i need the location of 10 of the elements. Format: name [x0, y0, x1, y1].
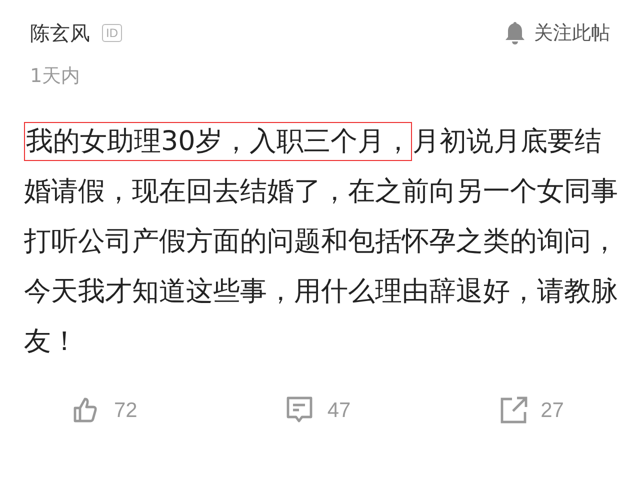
- post-time: 1天内: [29, 64, 82, 89]
- author-name[interactable]: 陈玄风: [30, 18, 90, 48]
- follow-button[interactable]: 关注此帖: [504, 18, 610, 48]
- like-button[interactable]: 72: [72, 394, 138, 426]
- share-button[interactable]: 27: [498, 394, 564, 426]
- share-icon: [498, 395, 529, 426]
- post-text: 我的女助理30岁，入职三个月，月初说月底要结婚请假，现在回去结婚了，在之前向另一个女同事打听公司产假方面的问题和包括怀孕之类的询问，今天我才知道这些事，用什么理由辞退好，请教脉友！: [0, 116, 640, 366]
- comment-button[interactable]: 47: [285, 394, 351, 426]
- id-badge: ID: [102, 24, 122, 42]
- bell-icon: [504, 21, 526, 45]
